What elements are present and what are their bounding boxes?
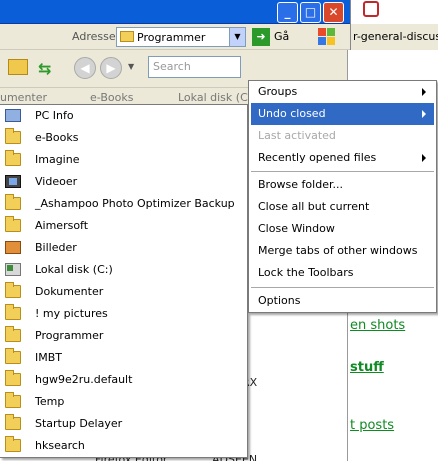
- menu-item-local-disk[interactable]: Lokal disk (C:): [0, 259, 246, 281]
- folder-icon: [5, 348, 21, 364]
- submenu-arrow-icon: [422, 110, 426, 118]
- pictures-icon: [5, 241, 21, 254]
- address-bar: Adresse Programmer ▼ ➜ Gå: [0, 24, 350, 50]
- go-button[interactable]: Gå: [274, 30, 289, 43]
- menu-item-ebooks[interactable]: e-Books: [0, 127, 246, 149]
- title-bar: _ □ ✕: [0, 0, 350, 24]
- menu-item-imagine[interactable]: Imagine: [0, 149, 246, 171]
- tab-local-disk[interactable]: Lokal disk (C:): [178, 91, 256, 104]
- address-value: Programmer: [137, 31, 206, 44]
- folder-menu: PC Info e-Books Imagine Videoer _Ashampo…: [0, 104, 248, 458]
- folder-icon: [120, 31, 134, 42]
- folder-icon: [5, 216, 21, 232]
- context-menu: Groups Undo closed Last activated Recent…: [248, 80, 437, 313]
- go-arrow-icon[interactable]: ➜: [252, 28, 270, 46]
- submenu-arrow-icon: [422, 88, 426, 96]
- menu-item-groups[interactable]: Groups: [251, 81, 434, 103]
- minimize-button[interactable]: _: [277, 2, 298, 23]
- link[interactable]: t posts: [350, 418, 394, 433]
- menu-item-options[interactable]: Options: [251, 290, 434, 312]
- forward-icon[interactable]: ▶: [100, 57, 122, 79]
- menu-item-programmer[interactable]: Programmer: [0, 325, 246, 347]
- menu-item-temp[interactable]: Temp: [0, 391, 246, 413]
- menu-item-aimersoft[interactable]: Aimersoft: [0, 215, 246, 237]
- menu-item-browse-folder[interactable]: Browse folder...: [251, 174, 434, 196]
- folder-icon: [5, 194, 21, 210]
- menu-item-last-activated: Last activated: [258, 129, 336, 142]
- address-label: Adresse: [72, 30, 116, 43]
- folder-icon: [5, 392, 21, 408]
- folder-icon: [5, 150, 21, 166]
- folder-icon: [5, 304, 21, 320]
- link[interactable]: en shots: [350, 318, 405, 333]
- menu-item-imbt[interactable]: IMBT: [0, 347, 246, 369]
- folder-icon[interactable]: [8, 59, 28, 75]
- menu-item-lock-toolbars[interactable]: Lock the Toolbars: [251, 262, 434, 284]
- menu-item-undo-closed[interactable]: Undo closed: [251, 103, 434, 125]
- menu-item-videoer[interactable]: Videoer: [0, 171, 246, 193]
- windows-logo-icon: [318, 28, 336, 46]
- drive-icon: [5, 263, 21, 276]
- menu-item-ashampoo[interactable]: _Ashampoo Photo Optimizer Backup: [0, 193, 246, 215]
- folder-icon: [5, 326, 21, 342]
- menu-item-recently-opened-files[interactable]: Recently opened files: [251, 147, 434, 169]
- film-icon: [5, 175, 21, 188]
- menu-item-merge-tabs[interactable]: Merge tabs of other windows: [251, 240, 434, 262]
- refresh-icon[interactable]: ⇆: [38, 59, 51, 78]
- menu-item-my-pictures[interactable]: ! my pictures: [0, 303, 246, 325]
- menu-item-pc-info[interactable]: PC Info: [0, 105, 246, 127]
- menu-item-close-window[interactable]: Close Window: [251, 218, 434, 240]
- computer-icon: [5, 109, 21, 122]
- tab-ebooks[interactable]: e-Books: [90, 91, 133, 104]
- folder-icon: [5, 436, 21, 452]
- close-button[interactable]: ✕: [323, 2, 344, 23]
- submenu-arrow-icon: [422, 154, 426, 162]
- search-input[interactable]: Search: [148, 56, 241, 78]
- menu-item-startup-delayer[interactable]: Startup Delayer: [0, 413, 246, 435]
- chevron-down-icon[interactable]: ▼: [229, 28, 245, 46]
- menu-item-hgw9e2ru[interactable]: hgw9e2ru.default: [0, 369, 246, 391]
- partial-title-text: r-general-discussio: [353, 30, 438, 43]
- link[interactable]: stuff: [350, 360, 384, 375]
- menu-item-billeder[interactable]: Billeder: [0, 237, 246, 259]
- menu-item-hksearch[interactable]: hksearch: [0, 435, 246, 457]
- folder-icon: [5, 414, 21, 430]
- menu-separator: [251, 171, 434, 172]
- maximize-button[interactable]: □: [300, 2, 321, 23]
- folder-icon: [5, 128, 21, 144]
- folder-icon: [5, 370, 21, 386]
- secondary-window-address: r-general-discussio: [350, 24, 438, 50]
- menu-item-dokumenter[interactable]: Dokumenter: [0, 281, 246, 303]
- folder-icon: [5, 282, 21, 298]
- address-combo[interactable]: Programmer ▼: [116, 27, 246, 47]
- chevron-down-icon[interactable]: ▼: [128, 62, 134, 71]
- back-icon[interactable]: ◀: [74, 57, 96, 79]
- tab-documents[interactable]: umenter: [0, 91, 47, 104]
- menu-item-close-all-but-current[interactable]: Close all but current: [251, 196, 434, 218]
- secondary-window-top: [350, 0, 438, 24]
- app-icon: [363, 1, 379, 17]
- menu-separator: [251, 287, 434, 288]
